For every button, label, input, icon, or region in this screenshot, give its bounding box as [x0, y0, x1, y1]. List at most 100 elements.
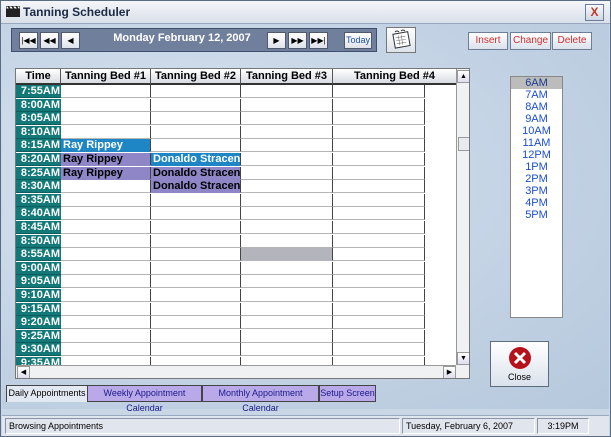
slot-cell-bed-4[interactable]: [333, 125, 425, 139]
slot-cell-bed-4[interactable]: [333, 343, 425, 357]
slot-cell-bed-4[interactable]: [333, 234, 425, 248]
slot-cell-bed-3[interactable]: [241, 289, 333, 302]
slot-cell-bed-4[interactable]: [333, 261, 425, 275]
slot-cell-bed-2[interactable]: [151, 85, 241, 98]
slot-cell-bed-3[interactable]: [241, 153, 333, 166]
slot-cell-bed-3[interactable]: [241, 275, 333, 289]
window-close-button[interactable]: X: [585, 4, 604, 21]
scroll-thumb[interactable]: [458, 137, 469, 151]
slot-cell-bed-2[interactable]: [151, 207, 241, 221]
bed-header-2[interactable]: Tanning Bed #2: [151, 69, 241, 85]
slot-cell-bed-1[interactable]: [61, 316, 151, 330]
change-button[interactable]: Change: [510, 32, 551, 50]
slot-cell-bed-4[interactable]: [333, 112, 425, 126]
appointment-block[interactable]: Ray Rippey: [61, 153, 150, 166]
slot-cell-bed-3[interactable]: [241, 316, 333, 330]
slot-cell-bed-1[interactable]: [61, 329, 151, 343]
slot-cell-bed-4[interactable]: [333, 153, 425, 166]
scroll-right-arrow[interactable]: ▶: [443, 366, 456, 378]
slot-cell-bed-2[interactable]: [151, 261, 241, 275]
scroll-left-arrow[interactable]: ◀: [17, 366, 30, 378]
slot-cell-bed-2[interactable]: [151, 98, 241, 112]
slot-cell-bed-2[interactable]: [151, 125, 241, 139]
calendar-picker-button[interactable]: [386, 27, 416, 53]
bed-header-3[interactable]: Tanning Bed #3: [241, 69, 333, 85]
hour-item[interactable]: 2PM: [511, 173, 562, 185]
slot-cell-bed-1[interactable]: [61, 261, 151, 275]
hour-item[interactable]: 12PM: [511, 149, 562, 161]
slot-cell-bed-4[interactable]: [333, 329, 425, 343]
slot-cell-bed-4[interactable]: [333, 193, 425, 207]
slot-cell-bed-3[interactable]: [241, 207, 333, 221]
slot-cell-bed-2[interactable]: [151, 193, 241, 207]
next-week-button[interactable]: ▶▶: [288, 32, 307, 49]
slot-cell-bed-3[interactable]: [241, 221, 333, 234]
slot-cell-bed-3[interactable]: [241, 98, 333, 112]
close-button[interactable]: Close: [490, 341, 549, 387]
hour-item[interactable]: 4PM: [511, 197, 562, 209]
bed-header-1[interactable]: Tanning Bed #1: [61, 69, 151, 85]
tab-setup-screen[interactable]: Setup Screen: [319, 385, 376, 402]
slot-cell-bed-3[interactable]: [241, 180, 333, 194]
slot-cell-bed-1[interactable]: [61, 85, 151, 98]
slot-cell-bed-3[interactable]: [241, 112, 333, 126]
slot-cell-bed-4[interactable]: [333, 289, 425, 302]
bed-header-4[interactable]: Tanning Bed #4: [333, 69, 457, 85]
slot-cell-bed-1[interactable]: [61, 193, 151, 207]
hour-item[interactable]: 5PM: [511, 209, 562, 221]
slot-cell-bed-3[interactable]: [241, 125, 333, 139]
hour-jump-list[interactable]: 6AM 7AM 8AM 9AM 10AM 11AM 12PM 1PM 2PM 3PM 4PM 5PM: [510, 76, 563, 318]
hour-item[interactable]: 3PM: [511, 185, 562, 197]
hour-item[interactable]: 6AM: [511, 77, 562, 89]
slot-cell-bed-2[interactable]: [151, 343, 241, 357]
today-button[interactable]: Today: [344, 32, 372, 49]
slot-cell-bed-1[interactable]: [61, 221, 151, 234]
selected-slot[interactable]: [241, 248, 332, 262]
tab-monthly-calendar[interactable]: Monthly Appointment Calendar: [202, 385, 319, 413]
slot-cell-bed-1[interactable]: [61, 234, 151, 248]
grid-horizontal-scrollbar[interactable]: ◀ ▶: [16, 365, 456, 378]
slot-cell-bed-1[interactable]: [61, 207, 151, 221]
slot-cell-bed-4[interactable]: [333, 166, 425, 180]
slot-cell-bed-1[interactable]: [61, 289, 151, 302]
hour-item[interactable]: 1PM: [511, 161, 562, 173]
slot-cell-bed-2[interactable]: [151, 112, 241, 126]
hour-item[interactable]: 10AM: [511, 125, 562, 137]
prev-week-button[interactable]: ◀◀: [40, 32, 59, 49]
hour-item[interactable]: 7AM: [511, 89, 562, 101]
slot-cell-bed-1[interactable]: [61, 180, 151, 194]
slot-cell-bed-4[interactable]: [333, 275, 425, 289]
appointment-block[interactable]: Donaldo Stracene: [151, 153, 240, 166]
slot-cell-bed-2[interactable]: [151, 329, 241, 343]
slot-cell-bed-4[interactable]: [333, 85, 425, 98]
slot-cell-bed-4[interactable]: [333, 316, 425, 330]
hour-item[interactable]: 9AM: [511, 113, 562, 125]
slot-cell-bed-3[interactable]: [241, 343, 333, 357]
grid-vertical-scrollbar[interactable]: ▲ ▼: [456, 69, 469, 365]
appointment-block[interactable]: Ray Rippey: [61, 139, 150, 153]
slot-cell-bed-3[interactable]: [241, 85, 333, 98]
slot-cell-bed-4[interactable]: [333, 139, 425, 153]
slot-cell-bed-4[interactable]: [333, 180, 425, 194]
slot-cell-bed-1[interactable]: [61, 112, 151, 126]
slot-cell-bed-3[interactable]: [241, 302, 333, 316]
insert-button[interactable]: Insert: [468, 32, 508, 50]
slot-cell-bed-2[interactable]: [151, 289, 241, 302]
slot-cell-bed-4[interactable]: [333, 98, 425, 112]
delete-button[interactable]: Delete: [552, 32, 592, 50]
slot-cell-bed-2[interactable]: [151, 275, 241, 289]
slot-cell-bed-1[interactable]: [61, 302, 151, 316]
slot-cell-bed-3[interactable]: [241, 166, 333, 180]
appointment-block[interactable]: Donaldo Stracene: [151, 166, 240, 180]
slot-cell-bed-3[interactable]: [241, 234, 333, 248]
slot-cell-bed-4[interactable]: [333, 207, 425, 221]
scroll-up-arrow[interactable]: ▲: [457, 70, 469, 83]
slot-cell-bed-3[interactable]: [241, 261, 333, 275]
slot-cell-bed-1[interactable]: [61, 343, 151, 357]
slot-cell-bed-3[interactable]: [241, 139, 333, 153]
appointment-block[interactable]: Ray Rippey: [61, 166, 150, 180]
slot-cell-bed-3[interactable]: [241, 329, 333, 343]
last-day-button[interactable]: ▶▶|: [309, 32, 328, 49]
tab-daily-appointments[interactable]: Daily Appointments: [6, 385, 88, 402]
first-day-button[interactable]: |◀◀: [19, 32, 38, 49]
